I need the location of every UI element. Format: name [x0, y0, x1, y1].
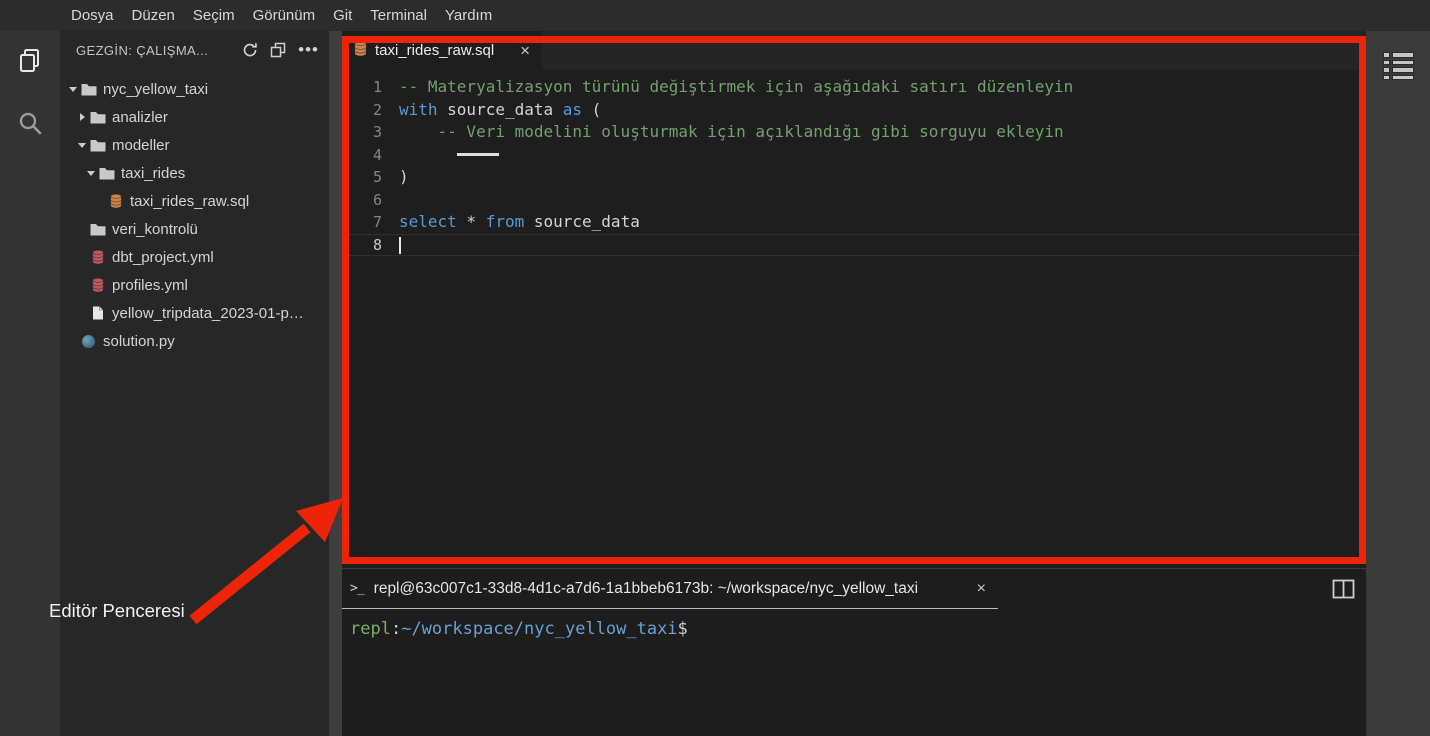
- line-text: -- Veri modelini oluşturmak için açıklan…: [399, 122, 1064, 141]
- line-number: 4: [372, 145, 382, 164]
- tree-item-solution-py[interactable]: solution.py: [60, 327, 329, 355]
- line-number: 6: [372, 190, 382, 209]
- close-icon[interactable]: ×: [520, 42, 530, 59]
- line-number: 5: [372, 168, 382, 186]
- explorer-sidebar: GEZGİN: ÇALIŞMA... ••• nyc_yellow_taxian…: [60, 31, 329, 736]
- more-actions-icon[interactable]: •••: [298, 41, 319, 58]
- tree-item-label: nyc_yellow_taxi: [103, 80, 209, 98]
- code-line: 3 -- Veri modelini oluşturmak için açıkl…: [342, 121, 1366, 144]
- text-cursor: [399, 237, 401, 254]
- terminal-prompt-icon: >_: [350, 581, 365, 596]
- menu-bar: Dosya Düzen Seçim Görünüm Git Terminal Yardım: [0, 0, 1430, 31]
- line-number: 1: [372, 78, 382, 96]
- tree-item-label: taxi_rides: [121, 164, 186, 182]
- terminal-tab-bar: >_ repl@63c007c1-33d8-4d1c-a7d6-1a1bbeb6…: [342, 569, 1366, 609]
- menu-item-seçim[interactable]: Seçim: [184, 7, 244, 24]
- chevron-right-icon[interactable]: [75, 113, 89, 121]
- menu-item-terminal[interactable]: Terminal: [361, 7, 436, 24]
- close-icon[interactable]: ×: [977, 580, 986, 598]
- line-text: -- Materyalizasyon türünü değiştirmek iç…: [399, 77, 1074, 96]
- editor-area: taxi_rides_raw.sql × 1 -- Materyalizasyon…: [342, 31, 1366, 568]
- explorer-header: GEZGİN: ÇALIŞMA... •••: [60, 31, 329, 69]
- tree-item-profiles-yml[interactable]: profiles.yml: [60, 271, 329, 299]
- activity-bar: [0, 31, 60, 736]
- yml-icon: [89, 250, 106, 264]
- sidebar-resize-sash[interactable]: [329, 31, 342, 736]
- code-line: 7 select * from source_data: [342, 211, 1366, 234]
- tree-item-nyc-yellow-taxi[interactable]: nyc_yellow_taxi: [60, 75, 329, 103]
- terminal-tab[interactable]: >_ repl@63c007c1-33d8-4d1c-a7d6-1a1bbeb6…: [342, 569, 998, 609]
- code-editor[interactable]: 1 -- Materyalizasyon türünü değiştirmek i…: [342, 70, 1366, 256]
- annotation-label: Editör Penceresi: [49, 600, 185, 621]
- terminal-tab-title: repl@63c007c1-33d8-4d1c-a7d6-1a1bbeb6173…: [373, 579, 919, 597]
- tree-item-label: yellow_tripdata_2023-01-p…: [112, 304, 304, 322]
- line-text: ): [399, 167, 409, 186]
- tree-item-label: taxi_rides_raw.sql: [130, 192, 250, 210]
- menu-item-görünüm[interactable]: Görünüm: [244, 7, 325, 24]
- line-text: select * from source_data: [399, 212, 640, 231]
- tree-item-label: modeller: [112, 136, 170, 154]
- tree-item-label: solution.py: [103, 332, 175, 350]
- menu-item-dosya[interactable]: Dosya: [62, 7, 123, 24]
- line-number: 8: [372, 235, 382, 254]
- tree-item-modeller[interactable]: modeller: [60, 131, 329, 159]
- py-icon: [80, 334, 97, 348]
- line-text: with source_data as (: [399, 99, 602, 119]
- tree-item-label: veri_kontrolü: [112, 220, 198, 238]
- tree-item-taxi-rides-raw-sql[interactable]: taxi_rides_raw.sql: [60, 187, 329, 215]
- placeholder-rule: [456, 152, 499, 156]
- tree-item-dbt-project-yml[interactable]: dbt_project.yml: [60, 243, 329, 271]
- line-text: [399, 144, 499, 167]
- terminal-panel: >_ repl@63c007c1-33d8-4d1c-a7d6-1a1bbeb6…: [342, 568, 1366, 736]
- chevron-down-icon[interactable]: [84, 170, 98, 176]
- code-line: 1 -- Materyalizasyon türünü değiştirmek i…: [342, 76, 1366, 99]
- code-line: 2 with source_data as (: [342, 99, 1366, 122]
- folder-icon: [89, 111, 106, 124]
- collapse-all-icon[interactable]: [270, 42, 286, 58]
- code-line: 8: [342, 233, 1366, 256]
- tab-label: taxi_rides_raw.sql: [375, 42, 495, 59]
- menu-item-yardım[interactable]: Yardım: [436, 7, 501, 24]
- detail-list-icon[interactable]: [1382, 52, 1414, 80]
- folder-icon: [98, 167, 115, 180]
- right-side-strip: [1366, 31, 1430, 736]
- chevron-down-icon[interactable]: [75, 142, 89, 148]
- editor-tab-bar: taxi_rides_raw.sql ×: [342, 31, 1366, 70]
- file-tree: nyc_yellow_taxi analizler modeller taxi_rid…: [60, 69, 329, 355]
- menu-item-git[interactable]: Git: [324, 7, 361, 24]
- files-icon[interactable]: [16, 47, 44, 80]
- line-number: 7: [372, 213, 382, 231]
- code-line: 5): [342, 166, 1366, 189]
- refresh-icon[interactable]: [242, 42, 258, 58]
- tab-taxi-rides-raw-sql[interactable]: taxi_rides_raw.sql ×: [342, 31, 542, 70]
- tree-item-label: analizler: [112, 108, 168, 126]
- folder-icon: [80, 83, 97, 96]
- terminal-input-area[interactable]: repl:~/workspace/nyc_yellow_taxi$: [342, 609, 1366, 727]
- tree-item-yellow-tripdata-2023-01-p-[interactable]: yellow_tripdata_2023-01-p…: [60, 299, 329, 327]
- tree-item-taxi-rides[interactable]: taxi_rides: [60, 159, 329, 187]
- chevron-down-icon[interactable]: [66, 86, 80, 92]
- line-number: 3: [372, 123, 382, 141]
- tree-item-analizler[interactable]: analizler: [60, 103, 329, 131]
- folder-icon: [89, 139, 106, 152]
- menu-item-düzen[interactable]: Düzen: [123, 7, 184, 24]
- search-icon[interactable]: [17, 110, 43, 141]
- sql-icon: [107, 194, 124, 208]
- folder-icon: [89, 223, 106, 236]
- line-number: 2: [372, 100, 382, 119]
- explorer-title: GEZGİN: ÇALIŞMA...: [76, 42, 209, 58]
- code-line: 6: [342, 189, 1366, 212]
- tree-item-veri-kontrol-[interactable]: veri_kontrolü: [60, 215, 329, 243]
- code-line: 4: [342, 144, 1366, 167]
- file-icon: [89, 306, 106, 320]
- tree-item-label: profiles.yml: [112, 276, 188, 294]
- terminal-prompt: repl:~/workspace/nyc_yellow_taxi$: [350, 619, 688, 639]
- yml-icon: [89, 278, 106, 292]
- tree-item-label: dbt_project.yml: [112, 248, 214, 266]
- split-panel-icon[interactable]: [1332, 579, 1355, 604]
- database-icon: [354, 40, 367, 60]
